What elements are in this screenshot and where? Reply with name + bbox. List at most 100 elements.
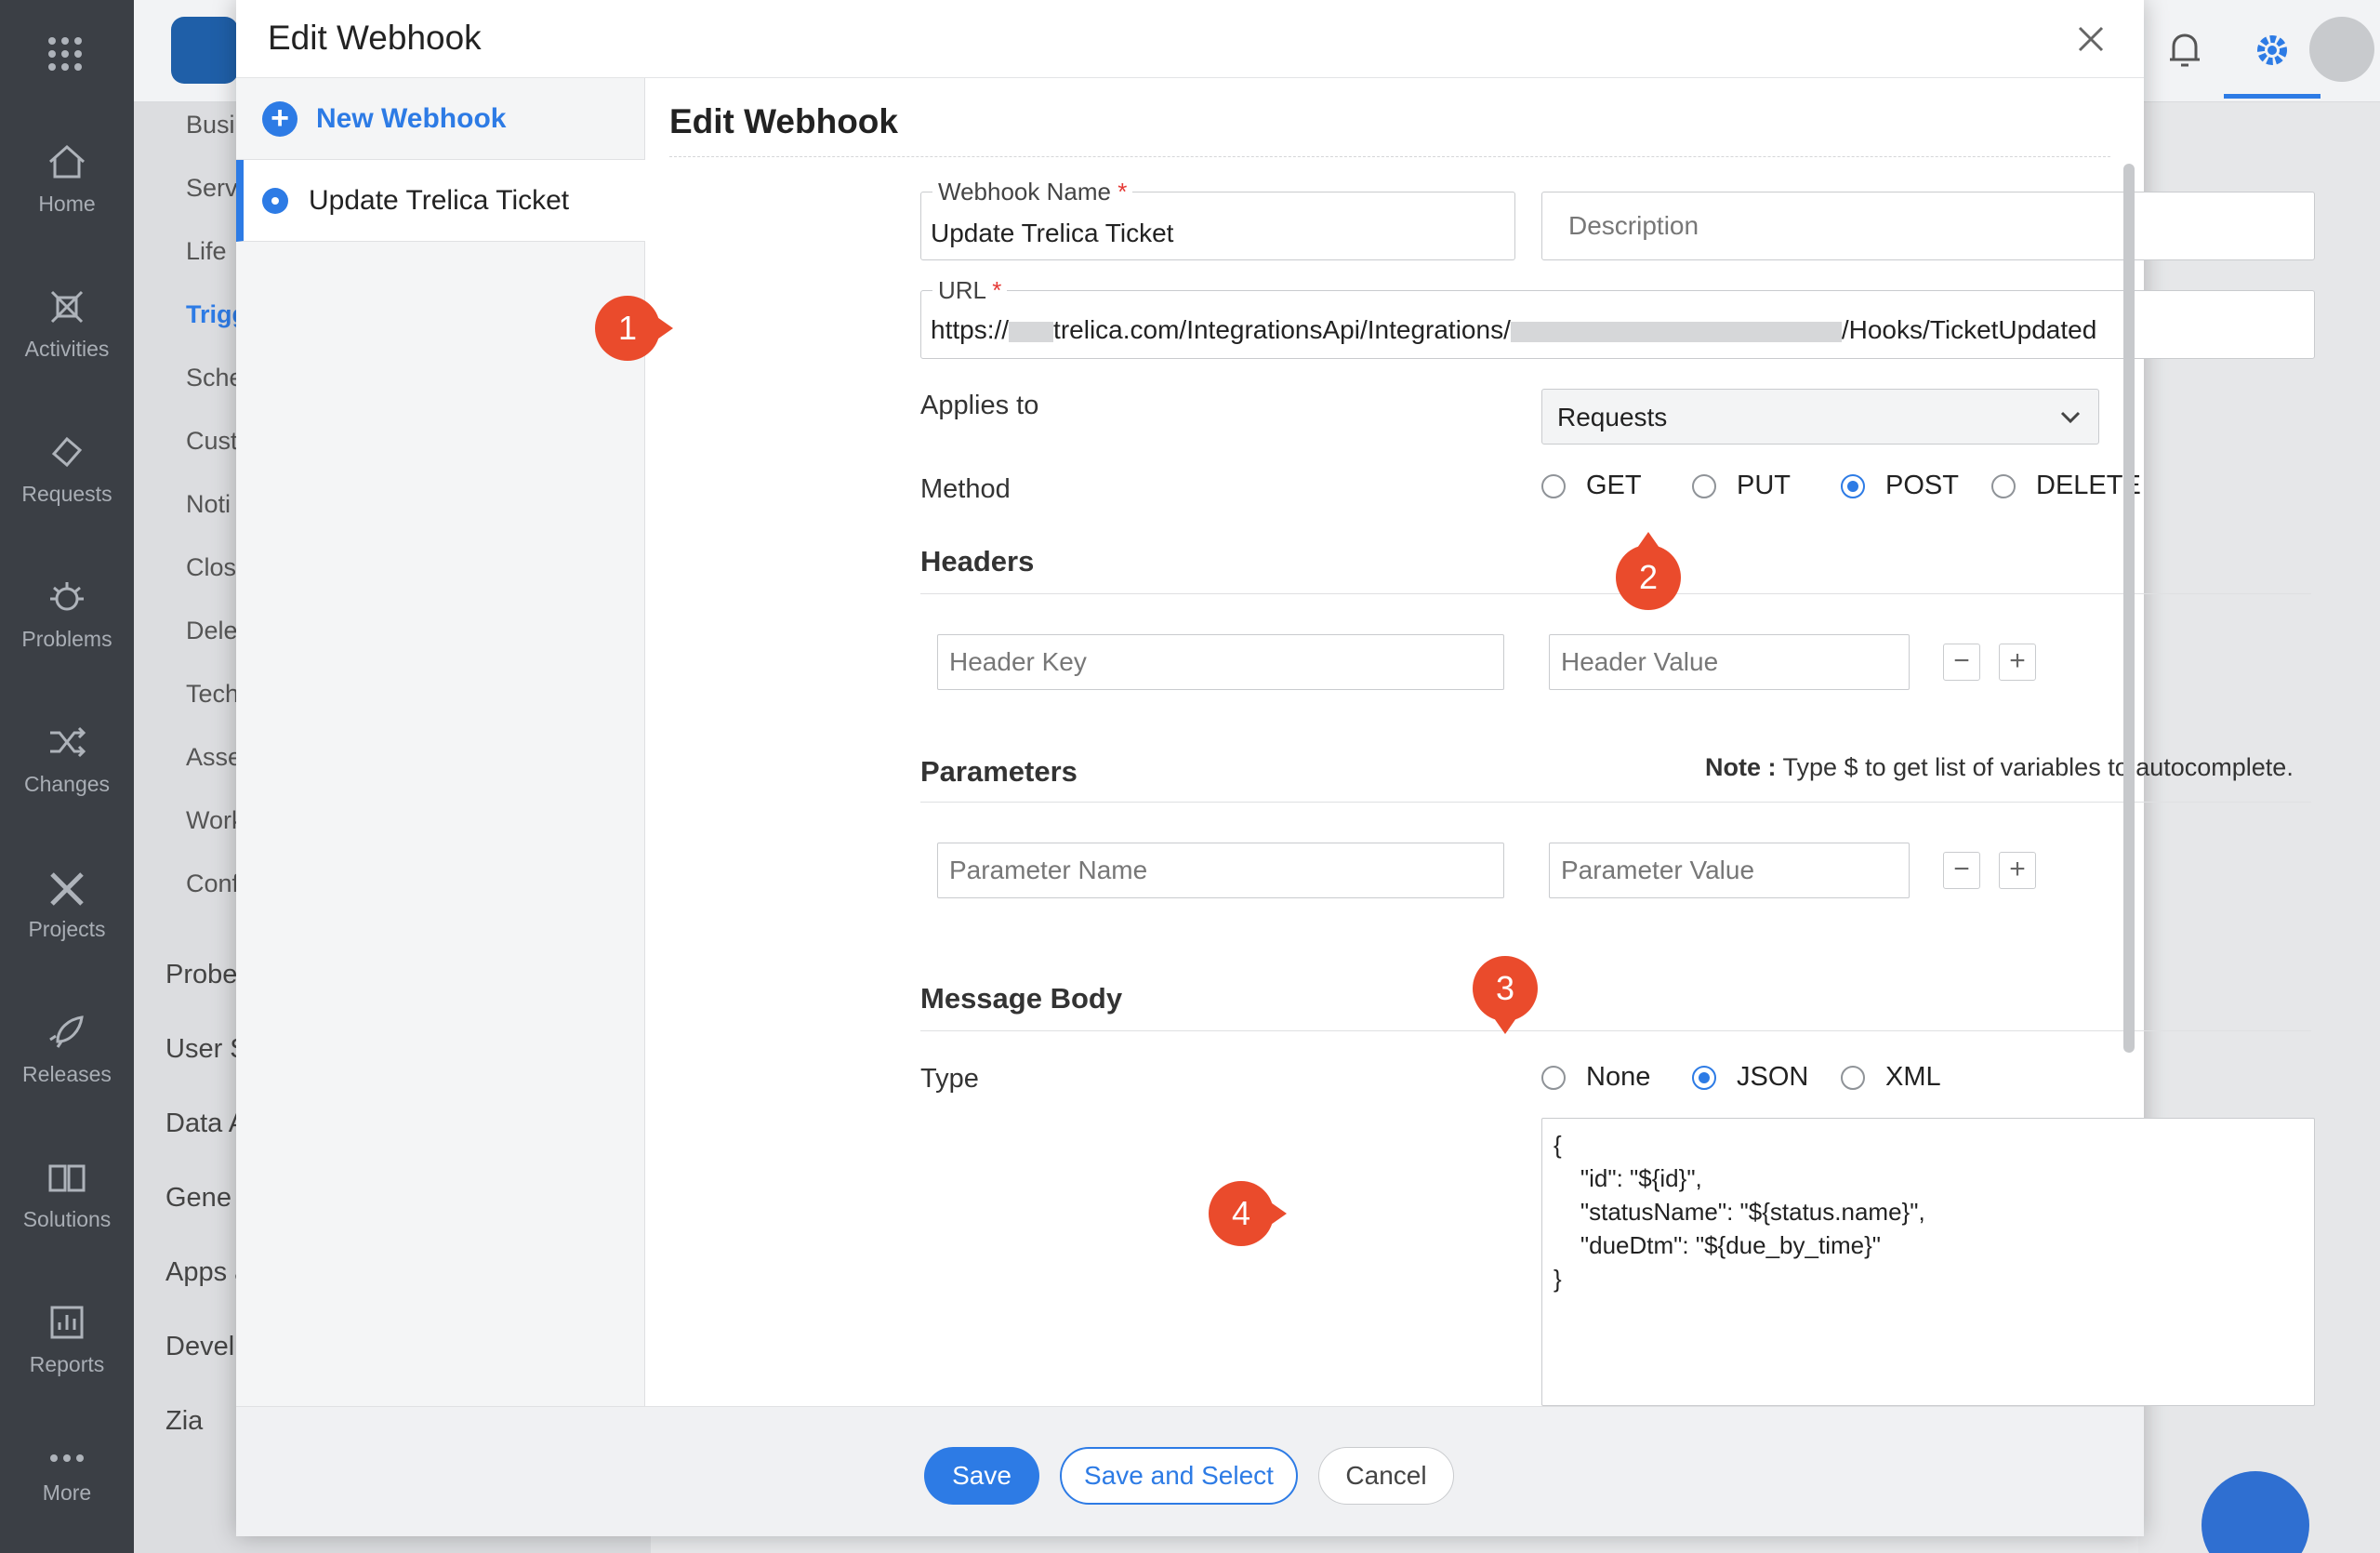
method-label: Method xyxy=(920,474,1011,504)
app-logo xyxy=(171,17,238,84)
nav-item-reports[interactable]: Reports xyxy=(0,1291,134,1430)
activities-icon xyxy=(50,290,84,324)
method-radio-post[interactable]: POST xyxy=(1841,471,1959,501)
plus-circle-icon: + xyxy=(262,100,298,137)
description-placeholder: Description xyxy=(1568,211,1699,240)
applies-to-select[interactable]: Requests xyxy=(1541,389,2099,445)
nav-label-more: More xyxy=(42,1480,92,1505)
close-icon[interactable] xyxy=(2072,20,2109,58)
nav-item-requests[interactable]: Requests xyxy=(0,420,134,560)
webhook-name-field[interactable]: Webhook Name * Update Trelica Ticket xyxy=(920,178,1515,260)
home-icon xyxy=(49,144,85,179)
callout-2: 2 xyxy=(1616,532,1681,610)
rocket-icon xyxy=(49,1015,84,1048)
book-icon xyxy=(48,1164,86,1192)
apps-grid-icon[interactable] xyxy=(48,37,82,71)
remove-parameter-button[interactable]: − xyxy=(1943,852,1980,889)
form-title: Edit Webhook xyxy=(669,102,898,140)
radio-icon xyxy=(1991,473,2016,498)
parameter-name-input[interactable]: Parameter Name xyxy=(937,843,1504,898)
header-key-input[interactable]: Header Key xyxy=(937,634,1504,690)
parameter-value-input[interactable]: Parameter Value xyxy=(1549,843,1910,898)
modal-header: Edit Webhook xyxy=(236,0,2144,78)
radio-selected-icon xyxy=(1692,1065,1716,1090)
projects-icon xyxy=(50,872,84,906)
left-nav: Home Activities Requests Problems Change… xyxy=(0,0,134,1553)
add-header-button[interactable]: + xyxy=(1999,644,2036,681)
nav-label-problems: Problems xyxy=(21,627,112,651)
message-body-textarea[interactable]: { "id": "${id}", "statusName": "${status… xyxy=(1541,1118,2315,1406)
radio-selected-icon xyxy=(1841,473,1865,498)
url-label: URL * xyxy=(932,276,1008,305)
nav-label-home: Home xyxy=(38,192,96,216)
nav-item-activities[interactable]: Activities xyxy=(0,275,134,415)
nav-item-solutions[interactable]: Solutions xyxy=(0,1146,134,1285)
save-button[interactable]: Save xyxy=(924,1447,1039,1505)
nav-label-activities: Activities xyxy=(24,337,110,361)
bell-icon[interactable] xyxy=(2166,28,2203,73)
method-radio-get[interactable]: GET xyxy=(1541,471,1642,501)
nav-label-changes: Changes xyxy=(23,772,111,796)
description-field[interactable]: Description xyxy=(1541,192,2315,260)
type-label: Type xyxy=(920,1064,979,1094)
applies-to-value: Requests xyxy=(1557,403,1668,431)
webhook-list: + New Webhook Update Trelica Ticket xyxy=(236,78,645,1406)
nav-item-more[interactable]: More xyxy=(0,1434,134,1553)
nav-label-projects: Projects xyxy=(28,917,106,941)
nav-label-requests: Requests xyxy=(21,482,112,506)
chevron-down-icon xyxy=(2060,411,2081,424)
remove-header-button[interactable]: − xyxy=(1943,644,1980,681)
method-radio-put[interactable]: PUT xyxy=(1692,471,1791,501)
nav-label-releases: Releases xyxy=(22,1062,112,1086)
settings-tab[interactable] xyxy=(2224,0,2320,99)
applies-to-label: Applies to xyxy=(920,391,1039,420)
radio-icon xyxy=(1692,473,1716,498)
edit-webhook-modal: Edit Webhook + New Webhook Update Trelic… xyxy=(236,0,2315,1536)
radio-icon xyxy=(1541,1065,1566,1090)
url-value: https://trelica.com/IntegrationsApi/Inte… xyxy=(931,315,2097,344)
nav-item-projects[interactable]: Projects xyxy=(0,856,134,995)
parameters-divider xyxy=(920,802,2311,803)
message-body-divider xyxy=(920,1030,2311,1031)
webhook-name-value: Update Trelica Ticket xyxy=(931,219,1174,247)
type-radio-none[interactable]: None xyxy=(1541,1062,1650,1093)
cancel-button[interactable]: Cancel xyxy=(1318,1447,1454,1505)
title-divider xyxy=(669,156,2110,157)
headers-divider xyxy=(920,593,2311,594)
add-parameter-button[interactable]: + xyxy=(1999,852,2036,889)
gear-icon xyxy=(2257,35,2287,65)
form-scrollbar[interactable] xyxy=(2123,164,2135,1053)
nav-item-changes[interactable]: Changes xyxy=(0,710,134,850)
avatar[interactable] xyxy=(2309,17,2374,82)
callout-1: 1 xyxy=(595,296,673,361)
webhook-name-label: Webhook Name * xyxy=(932,178,1133,206)
callout-4: 4 xyxy=(1209,1181,1287,1246)
url-field[interactable]: URL * https://trelica.com/IntegrationsAp… xyxy=(920,276,2315,359)
nav-item-problems[interactable]: Problems xyxy=(0,565,134,705)
save-and-select-button[interactable]: Save and Select xyxy=(1060,1447,1298,1505)
radio-icon xyxy=(1541,473,1566,498)
redacted-block xyxy=(1009,321,1054,342)
webhook-list-item-label: Update Trelica Ticket xyxy=(309,184,570,216)
headers-title: Headers xyxy=(920,545,1035,577)
modal-footer: Save Save and Select Cancel xyxy=(236,1406,2144,1536)
method-radio-delete[interactable]: DELETE xyxy=(1991,471,2141,501)
redacted-block xyxy=(1510,321,1842,342)
selected-dot-icon xyxy=(262,187,288,214)
nav-label-solutions: Solutions xyxy=(22,1207,112,1231)
webhook-list-item[interactable]: Update Trelica Ticket xyxy=(236,160,645,242)
shuffle-icon xyxy=(50,726,86,758)
type-radio-xml[interactable]: XML xyxy=(1841,1062,1941,1093)
nav-label-reports: Reports xyxy=(29,1352,105,1376)
type-radio-json[interactable]: JSON xyxy=(1692,1062,1808,1093)
message-body-title: Message Body xyxy=(920,982,1123,1015)
nav-item-home[interactable]: Home xyxy=(0,130,134,270)
more-icon xyxy=(50,1454,84,1462)
nav-item-releases[interactable]: Releases xyxy=(0,1001,134,1140)
callout-3: 3 xyxy=(1473,956,1538,1034)
new-webhook-label: New Webhook xyxy=(316,102,507,134)
ticket-icon xyxy=(51,436,83,468)
new-webhook-button[interactable]: + New Webhook xyxy=(236,78,645,160)
header-value-input[interactable]: Header Value xyxy=(1549,634,1910,690)
radio-icon xyxy=(1841,1065,1865,1090)
